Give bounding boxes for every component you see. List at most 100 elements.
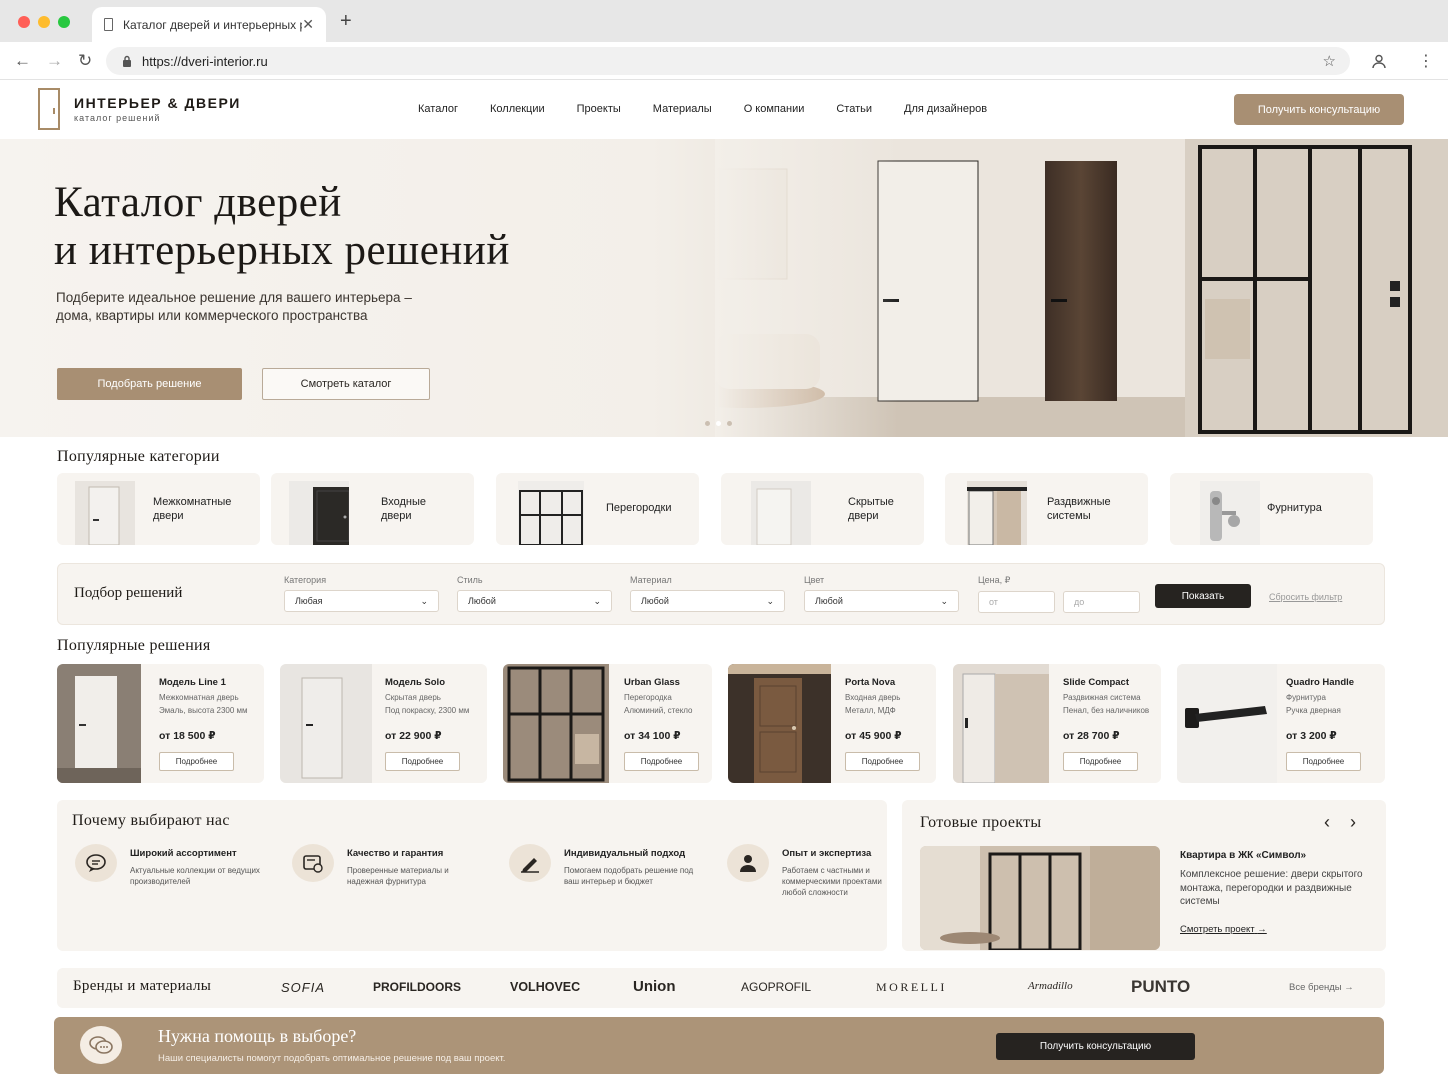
slide-dot-2[interactable] [716, 421, 721, 426]
feature-title: Качество и гарантия [347, 848, 444, 859]
chevron-right-icon[interactable]: › [1350, 812, 1356, 833]
product-desc: Ручка дверная [1286, 706, 1341, 715]
product-image [728, 664, 831, 783]
product-desc: Пенал, без наличников [1063, 706, 1150, 715]
category-card-hardware[interactable]: Фурнитура [1170, 473, 1373, 545]
all-brands-link[interactable]: Все бренды → [1289, 982, 1354, 993]
menu-item-catalog[interactable]: Каталог [418, 103, 458, 115]
minimize-window-button[interactable] [38, 16, 50, 28]
menu-item-designers[interactable]: Для дизайнеров [904, 103, 987, 115]
bookmark-star-icon[interactable]: ☆ [1323, 52, 1336, 70]
back-icon[interactable]: ← [14, 51, 31, 71]
price-from-input[interactable]: от [978, 591, 1055, 613]
product-details-button[interactable]: Подробнее [1063, 752, 1138, 771]
lock-icon [123, 55, 131, 67]
product-details-button[interactable]: Подробнее [385, 752, 460, 771]
feature-title: Опыт и экспертиза [782, 848, 872, 859]
product-card[interactable]: Quadro Handle Фурнитура Ручка дверная от… [1177, 664, 1385, 783]
brands-strip: Бренды и материалы SOFIA PROFILDOORS VOL… [57, 968, 1385, 1008]
logo-door-icon[interactable] [38, 88, 60, 130]
category-label: Скрытые двери [848, 496, 894, 522]
color-select[interactable]: Любой ⌄ [804, 590, 959, 612]
url-field[interactable]: https://dveri-interior.ru ☆ [106, 47, 1350, 75]
filter-reset-link[interactable]: Сбросить фильтр [1269, 592, 1342, 602]
product-details-button[interactable]: Подробнее [159, 752, 234, 771]
forward-icon[interactable]: → [46, 51, 63, 71]
product-card[interactable]: Модель Solo Скрытая дверь Под покраску, … [280, 664, 487, 783]
product-type: Раздвижная система [1063, 693, 1141, 702]
product-price: от 3 200 ₽ [1286, 730, 1337, 742]
product-card[interactable]: Slide Compact Раздвижная система Пенал, … [953, 664, 1161, 783]
menu-item-materials[interactable]: Материалы [653, 103, 712, 115]
product-price: от 22 900 ₽ [385, 730, 442, 742]
category-card-partitions[interactable]: Перегородки [496, 473, 699, 545]
person-icon [727, 844, 769, 882]
product-price: от 45 900 ₽ [845, 730, 902, 742]
product-name: Quadro Handle [1286, 677, 1355, 688]
style-select[interactable]: Любой ⌄ [457, 590, 612, 612]
product-desc: Эмаль, высота 2300 мм [159, 706, 248, 715]
entrance-door-icon [289, 481, 349, 545]
brand-logo-morelli[interactable]: MORELLI [876, 980, 947, 995]
brand-logo-sofia[interactable]: SOFIA [281, 980, 325, 995]
close-window-button[interactable] [18, 16, 30, 28]
product-details-button[interactable]: Подробнее [1286, 752, 1361, 771]
product-card[interactable]: Urban Glass Перегородка Алюминий, стекло… [503, 664, 712, 783]
product-card[interactable]: Модель Line 1 Межкомнатная дверь Эмаль, … [57, 664, 264, 783]
menu-item-collections[interactable]: Коллекции [490, 103, 545, 115]
brand-logo-profildoors[interactable]: PROFILDOORS [373, 980, 461, 994]
new-tab-icon[interactable]: + [340, 10, 352, 33]
product-details-button[interactable]: Подробнее [845, 752, 920, 771]
brand-logo-armadillo[interactable]: Armadillo [1028, 980, 1073, 992]
hero-pick-solution-button[interactable]: Подобрать решение [57, 368, 242, 400]
browser-tab[interactable]: Каталог дверей и интерьерных р ✕ [92, 7, 326, 42]
reload-icon[interactable]: ↻ [78, 51, 92, 71]
partition-icon [518, 481, 584, 545]
chevron-left-icon[interactable]: ‹ [1324, 812, 1330, 833]
product-desc: Под покраску, 2300 мм [385, 706, 470, 715]
brand-logo-volhovec[interactable]: VOLHOVEC [510, 980, 580, 994]
product-card[interactable]: Porta Nova Входная дверь Металл, МДФ от … [728, 664, 936, 783]
filter-color-label: Цвет [804, 575, 825, 585]
hero-view-catalog-button[interactable]: Смотреть каталог [262, 368, 430, 400]
menu-item-projects[interactable]: Проекты [577, 103, 621, 115]
filter-show-button[interactable]: Показать [1155, 584, 1251, 608]
product-image [953, 664, 1049, 783]
category-label: Раздвижные системы [1047, 496, 1111, 522]
view-project-link[interactable]: Смотреть проект → [1180, 924, 1267, 935]
hero-subtitle: Подберите идеальное решение для вашего и… [56, 290, 412, 323]
category-select[interactable]: Любая ⌄ [284, 590, 439, 612]
product-details-button[interactable]: Подробнее [624, 752, 699, 771]
maximize-window-button[interactable] [58, 16, 70, 28]
material-select[interactable]: Любой ⌄ [630, 590, 785, 612]
brand-logo-agoprofil[interactable]: AGOPROFIL [741, 980, 811, 994]
product-type: Фурнитура [1286, 693, 1326, 702]
header-consult-button[interactable]: Получить консультацию [1234, 94, 1404, 125]
filter-style: Стиль Любой ⌄ [457, 575, 612, 612]
browser-tabbar: Каталог дверей и интерьерных р ✕ + [0, 0, 1448, 42]
slide-dot-3[interactable] [727, 421, 732, 426]
brand-logo-punto[interactable]: PUNTO [1131, 977, 1190, 997]
category-card-sliding[interactable]: Раздвижные системы [945, 473, 1148, 545]
project-name[interactable]: Квартира в ЖК «Символ» [1180, 850, 1306, 861]
price-to-input[interactable]: до [1063, 591, 1140, 613]
profile-icon[interactable] [1371, 53, 1387, 69]
main-menu: Каталог Коллекции Проекты Материалы О ко… [418, 103, 987, 115]
interior-door-icon [75, 481, 135, 545]
browser-menu-icon[interactable]: ⋮ [1418, 51, 1434, 71]
menu-item-articles[interactable]: Статьи [836, 103, 872, 115]
logo-title[interactable]: ИНТЕРЬЕР & ДВЕРИ [74, 95, 241, 111]
categories-title: Популярные категории [57, 448, 220, 465]
menu-item-about[interactable]: О компании [744, 103, 805, 115]
brand-logo-union[interactable]: Union [633, 978, 676, 995]
close-tab-icon[interactable]: ✕ [302, 16, 314, 33]
category-card-interior[interactable]: Межкомнатные двери [57, 473, 260, 545]
category-card-hidden[interactable]: Скрытые двери [721, 473, 924, 545]
help-consult-button[interactable]: Получить консультацию [996, 1033, 1195, 1060]
chevron-down-icon: ⌄ [593, 595, 601, 606]
feature-title: Широкий ассортимент [130, 848, 237, 859]
product-type: Входная дверь [845, 693, 901, 702]
view-project-label: Смотреть проект [1180, 924, 1255, 935]
slide-dot-1[interactable] [705, 421, 710, 426]
category-card-entrance[interactable]: Входные двери [271, 473, 474, 545]
